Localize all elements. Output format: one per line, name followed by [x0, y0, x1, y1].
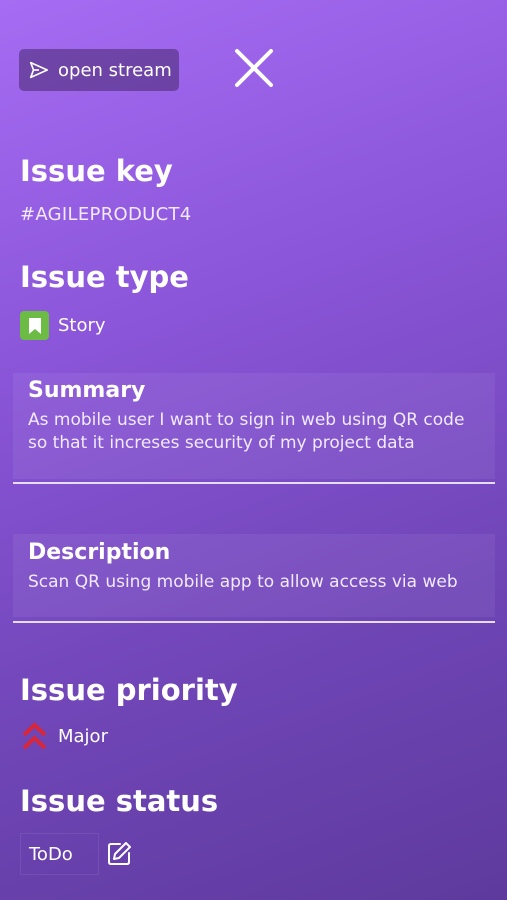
issue-priority-value: Major	[58, 726, 108, 747]
close-icon	[235, 49, 273, 87]
description-card[interactable]: Description Scan QR using mobile app to …	[13, 534, 495, 617]
summary-text-line2: so that it increses security of my proje…	[28, 433, 415, 453]
summary-title: Summary	[28, 378, 146, 403]
issue-priority-row: Major	[20, 720, 108, 753]
issue-type-heading: Issue type	[20, 260, 189, 294]
open-stream-label: open stream	[58, 59, 172, 81]
description-title: Description	[28, 540, 171, 565]
open-stream-button[interactable]: open stream	[19, 49, 179, 91]
issue-type-value: Story	[58, 315, 106, 336]
issue-status-value[interactable]: ToDo	[20, 833, 99, 875]
issue-type-row: Story	[20, 311, 106, 340]
edit-status-button[interactable]	[106, 840, 133, 867]
bookmark-icon	[20, 311, 49, 340]
description-text: Scan QR using mobile app to allow access…	[28, 572, 458, 592]
divider	[13, 482, 495, 484]
divider	[13, 621, 495, 623]
double-chevron-up-icon	[22, 722, 47, 750]
summary-text-line1: As mobile user I want to sign in web usi…	[28, 410, 465, 430]
issue-priority-heading: Issue priority	[20, 673, 238, 707]
close-button[interactable]	[234, 48, 274, 88]
send-icon	[29, 61, 49, 79]
issue-status-heading: Issue status	[20, 784, 219, 818]
summary-card[interactable]: Summary As mobile user I want to sign in…	[13, 373, 495, 479]
edit-icon	[108, 842, 131, 865]
issue-key-heading: Issue key	[20, 154, 173, 188]
issue-key-value: #AGILEPRODUCT4	[20, 204, 192, 225]
